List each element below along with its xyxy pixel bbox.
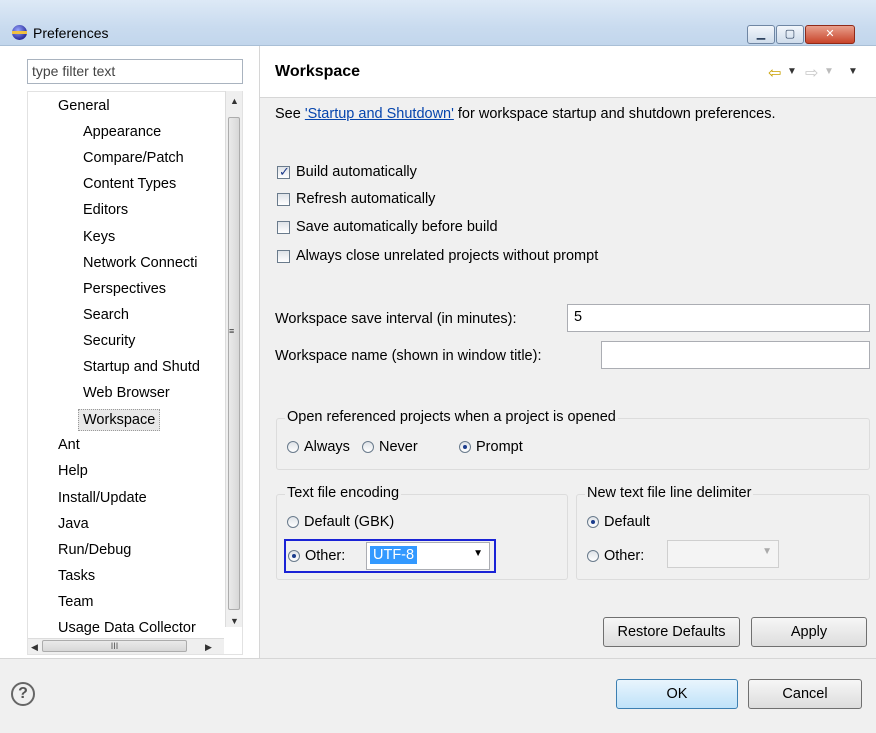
close-button[interactable]: ✕ bbox=[805, 25, 855, 44]
checkbox-icon[interactable] bbox=[277, 192, 290, 206]
delimiter-other-radio[interactable]: Other: bbox=[587, 548, 644, 564]
tree-item[interactable]: Startup and Shutd bbox=[83, 357, 200, 377]
radio-label: Prompt bbox=[476, 439, 523, 455]
window-title: Preferences bbox=[33, 25, 109, 41]
scroll-right-icon[interactable]: ▶ bbox=[205, 642, 212, 653]
radio-selected-icon[interactable] bbox=[288, 550, 300, 562]
tree-item[interactable]: General bbox=[58, 96, 110, 116]
chevron-down-icon[interactable]: ▼ bbox=[473, 548, 483, 559]
refresh-automatically-checkbox[interactable]: Refresh automatically bbox=[277, 191, 435, 207]
encoding-value[interactable]: UTF-8 bbox=[370, 546, 418, 564]
radio-icon[interactable] bbox=[287, 516, 299, 528]
checkbox-checked-icon[interactable] bbox=[277, 164, 290, 180]
save-before-build-checkbox[interactable]: Save automatically before build bbox=[277, 219, 498, 235]
description-suffix: for workspace startup and shutdown prefe… bbox=[453, 106, 776, 122]
workspace-name-label: Workspace name (shown in window title): bbox=[275, 348, 542, 364]
radio-selected-icon[interactable] bbox=[459, 441, 471, 453]
delimiter-default-radio[interactable]: Default bbox=[587, 514, 650, 530]
tree-item[interactable]: Security bbox=[83, 331, 135, 351]
checkbox-label: Save automatically before build bbox=[296, 219, 498, 235]
apply-button[interactable]: Apply bbox=[751, 617, 867, 647]
scroll-grip-icon: ≡ bbox=[229, 326, 235, 336]
tree-item[interactable]: Perspectives bbox=[83, 279, 166, 299]
open-never-radio[interactable]: Never bbox=[362, 439, 418, 455]
save-interval-label: Workspace save interval (in minutes): bbox=[275, 311, 517, 327]
tree-item[interactable]: Compare/Patch bbox=[83, 148, 184, 168]
help-icon[interactable]: ? bbox=[11, 682, 35, 706]
radio-label: Other: bbox=[305, 548, 346, 564]
dialog-footer bbox=[0, 658, 876, 733]
radio-label: Default (GBK) bbox=[304, 514, 395, 530]
tree-scroll-thumb[interactable] bbox=[228, 117, 240, 610]
filter-input[interactable]: type filter text bbox=[27, 59, 243, 84]
tree-item[interactable]: Help bbox=[58, 461, 88, 481]
preference-tree: General Appearance Compare/Patch Content Ty… bbox=[27, 91, 243, 655]
tree-item[interactable]: Appearance bbox=[83, 122, 161, 142]
tree-item[interactable]: Usage Data Collector bbox=[58, 618, 196, 638]
delimiter-combo[interactable]: ▼ bbox=[667, 540, 779, 568]
tree-item[interactable]: Tasks bbox=[58, 566, 95, 586]
tree-item[interactable]: Java bbox=[58, 514, 89, 534]
eclipse-icon bbox=[12, 25, 27, 40]
encoding-default-radio[interactable]: Default (GBK) bbox=[287, 514, 394, 530]
radio-label: Default bbox=[604, 514, 650, 530]
open-projects-group-label: Open referenced projects when a project … bbox=[285, 409, 618, 425]
workspace-name-input[interactable] bbox=[601, 341, 870, 369]
restore-defaults-button[interactable]: Restore Defaults bbox=[603, 617, 740, 647]
ok-button[interactable]: OK bbox=[616, 679, 738, 709]
chevron-down-icon[interactable]: ▼ bbox=[762, 546, 772, 557]
radio-label: Other: bbox=[604, 548, 645, 564]
back-history-dropdown-icon[interactable]: ▼ bbox=[787, 66, 797, 77]
forward-history-dropdown-icon[interactable]: ▼ bbox=[824, 66, 834, 77]
title-bar bbox=[0, 0, 876, 46]
encoding-combo[interactable]: UTF-8 ▼ bbox=[366, 542, 490, 570]
close-unrelated-projects-checkbox[interactable]: Always close unrelated projects without … bbox=[277, 248, 598, 264]
text-encoding-group-label: Text file encoding bbox=[285, 485, 402, 501]
startup-shutdown-link[interactable]: 'Startup and Shutdown' bbox=[305, 106, 454, 122]
checkbox-icon[interactable] bbox=[277, 220, 290, 234]
description-text: See 'Startup and Shutdown' for workspace… bbox=[275, 106, 775, 122]
tree-item[interactable]: Run/Debug bbox=[58, 540, 131, 560]
cancel-button[interactable]: Cancel bbox=[748, 679, 862, 709]
tree-item[interactable]: Install/Update bbox=[58, 488, 147, 508]
checkbox-icon[interactable] bbox=[277, 249, 290, 263]
radio-icon[interactable] bbox=[587, 550, 599, 562]
tree-item[interactable]: Keys bbox=[83, 227, 115, 247]
encoding-other-radio[interactable]: Other: bbox=[288, 548, 345, 564]
tree-item[interactable]: Web Browser bbox=[83, 383, 170, 403]
checkbox-label: Refresh automatically bbox=[296, 191, 436, 207]
page-title: Workspace bbox=[275, 63, 361, 80]
scroll-down-icon[interactable]: ▼ bbox=[230, 616, 239, 626]
radio-label: Never bbox=[379, 439, 418, 455]
line-delimiter-group-label: New text file line delimiter bbox=[585, 485, 754, 501]
radio-label: Always bbox=[304, 439, 350, 455]
open-always-radio[interactable]: Always bbox=[287, 439, 350, 455]
scroll-up-icon[interactable]: ▲ bbox=[230, 96, 239, 106]
tree-hscroll-thumb[interactable]: III bbox=[42, 640, 187, 652]
radio-selected-icon[interactable] bbox=[587, 516, 599, 528]
description-prefix: See bbox=[275, 106, 305, 122]
checkbox-label: Always close unrelated projects without … bbox=[296, 248, 599, 264]
view-menu-icon[interactable]: ▼ bbox=[848, 66, 858, 77]
tree-item[interactable]: Content Types bbox=[83, 174, 176, 194]
maximize-button[interactable]: ▢ bbox=[776, 25, 804, 44]
save-interval-input[interactable]: 5 bbox=[567, 304, 870, 332]
build-automatically-checkbox[interactable]: Build automatically bbox=[277, 164, 417, 180]
forward-arrow-icon[interactable]: ⇨ bbox=[805, 63, 818, 83]
open-prompt-radio[interactable]: Prompt bbox=[459, 439, 523, 455]
checkbox-label: Build automatically bbox=[296, 164, 417, 180]
radio-icon[interactable] bbox=[287, 441, 299, 453]
tree-item[interactable]: Editors bbox=[83, 200, 128, 220]
tree-item[interactable]: Workspace bbox=[78, 409, 161, 432]
scroll-left-icon[interactable]: ◀ bbox=[31, 642, 38, 653]
tree-item[interactable]: Search bbox=[83, 305, 129, 325]
minimize-button[interactable]: ▁ bbox=[747, 25, 775, 44]
back-arrow-icon[interactable]: ⇦ bbox=[768, 63, 781, 83]
tree-item[interactable]: Network Connecti bbox=[83, 253, 197, 273]
tree-item[interactable]: Team bbox=[58, 592, 93, 612]
radio-icon[interactable] bbox=[362, 441, 374, 453]
tree-item[interactable]: Ant bbox=[58, 435, 80, 455]
